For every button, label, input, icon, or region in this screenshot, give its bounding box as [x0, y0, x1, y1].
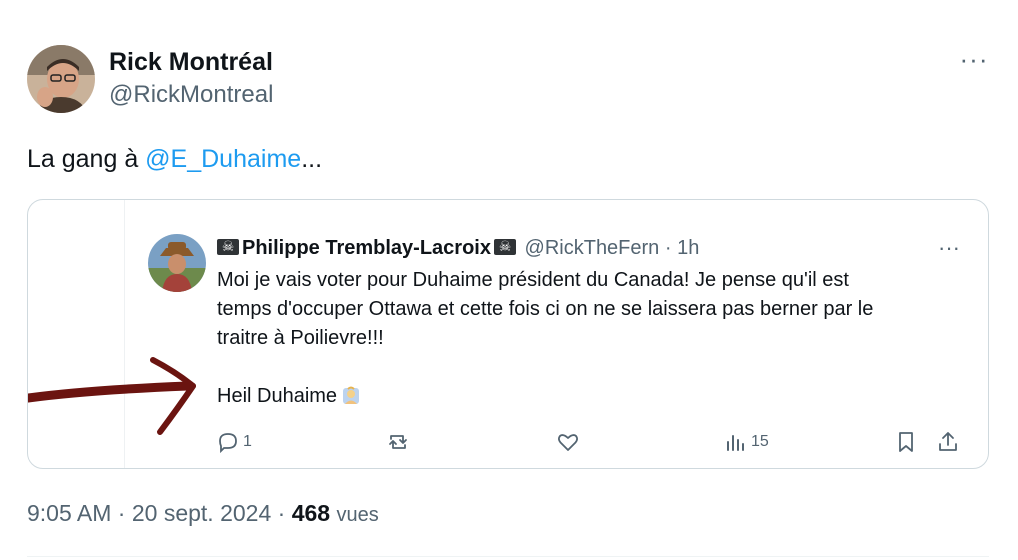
quoted-name: Philippe Tremblay-Lacroix [242, 237, 491, 259]
quoted-time: · 1h [664, 237, 700, 259]
quoted-line: Moi je vais voter pour Duhaime président… [217, 269, 849, 291]
skull-flag-icon [493, 236, 516, 256]
post-views-count: 468 [291, 500, 331, 526]
quoted-handle: @RickTheFern [524, 237, 660, 259]
meta-separator: · [111, 500, 132, 526]
post-date[interactable]: 20 sept. 2024 [132, 500, 271, 526]
reply-count: 1 [243, 433, 252, 450]
quoted-more-icon: ··· [938, 235, 960, 260]
share-action [936, 428, 960, 456]
author-avatar[interactable] [27, 45, 95, 113]
quoted-line-last: Heil Duhaime [217, 382, 977, 411]
like-action [556, 428, 580, 456]
views-chart-icon [727, 435, 744, 451]
author-name[interactable]: Rick Montréal [109, 47, 273, 77]
author-handle[interactable]: @RickMontreal [109, 79, 273, 111]
post-meta: 9:05 AM · 20 sept. 2024 · 468 vues [27, 498, 379, 530]
repost-action [386, 428, 410, 456]
post-time[interactable]: 9:05 AM [27, 500, 111, 526]
quoted-avatar [148, 234, 206, 292]
tweet-text-after: ... [301, 145, 323, 173]
annotation-arrow-icon [28, 357, 196, 435]
more-dots-icon[interactable]: ··· [958, 46, 990, 74]
author-block: Rick Montréal @RickMontreal [109, 47, 273, 111]
tweet-text-before: La gang à [27, 145, 146, 173]
quoted-header: Philippe Tremblay-Lacroix @RickTheFern ·… [217, 235, 699, 261]
quoted-line: temps d'occuper Ottawa et cette fois ci … [217, 298, 874, 320]
meta-separator: · [271, 500, 292, 526]
repost-icon [389, 435, 407, 449]
raised-hand-emoji [343, 386, 360, 404]
views-count: 15 [751, 433, 769, 450]
heart-icon [557, 434, 579, 451]
post-views-label: vues [336, 504, 379, 526]
bookmark-action [894, 428, 918, 456]
views-action: 15 [724, 428, 769, 456]
quoted-line: Heil Duhaime [217, 385, 338, 407]
tweet-text: La gang à @E_Duhaime... [27, 143, 322, 175]
embedded-screenshot-card[interactable]: Philippe Tremblay-Lacroix @RickTheFern ·… [27, 199, 989, 469]
quoted-body: Moi je vais voter pour Duhaime président… [217, 266, 977, 411]
mention-link[interactable]: @E_Duhaime [145, 145, 301, 173]
quoted-line: traitre à Poilievre!!! [217, 327, 384, 349]
bookmark-icon [899, 432, 913, 452]
share-icon [939, 432, 957, 451]
divider [27, 556, 989, 557]
skull-flag-icon [217, 236, 239, 256]
